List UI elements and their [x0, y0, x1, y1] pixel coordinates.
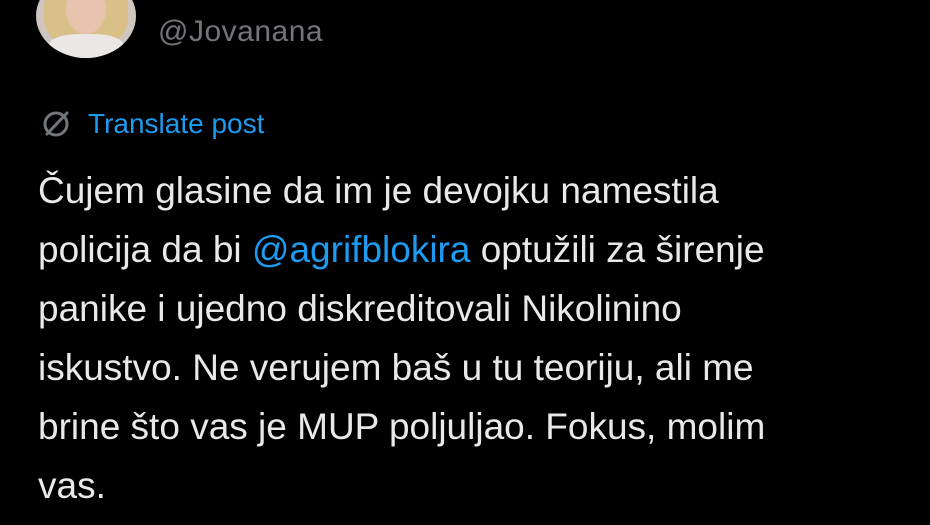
tweet-line-2-start: policija da bi — [38, 229, 252, 270]
tweet-header: @Jovanana — [0, 0, 930, 70]
avatar-shirt — [48, 34, 124, 58]
tweet-line-6: vas. — [38, 465, 106, 506]
globe-slash-icon — [38, 106, 74, 142]
tweet-line-2-end: optužili za širenje — [470, 229, 765, 270]
tweet-line-3: panike i ujedno diskreditovali Nikolinin… — [38, 288, 682, 329]
tweet-line-1: Čujem glasine da im je devojku namestila — [38, 170, 719, 211]
author-handle[interactable]: @Jovanana — [158, 15, 323, 49]
tweet-text: Čujem glasine da im je devojku namestila… — [38, 161, 918, 515]
translate-post-button[interactable]: Translate post — [38, 104, 264, 144]
mention-link[interactable]: @agrifblokira — [252, 229, 471, 270]
avatar[interactable] — [36, 0, 136, 58]
tweet-line-4: iskustvo. Ne verujem baš u tu teoriju, a… — [38, 347, 754, 388]
tweet-line-5: brine što vas je MUP poljuljao. Fokus, m… — [38, 406, 766, 447]
translate-post-label[interactable]: Translate post — [88, 108, 264, 140]
